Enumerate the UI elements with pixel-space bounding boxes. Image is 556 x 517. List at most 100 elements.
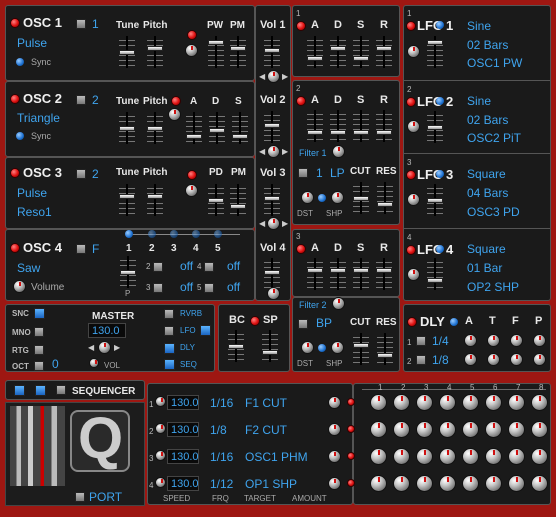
seq-row1-amount-knob[interactable] xyxy=(328,396,341,409)
dly-row1-toggle[interactable] xyxy=(416,336,426,346)
master-rvrb-toggle[interactable] xyxy=(164,309,174,319)
filter2-cut-fader[interactable] xyxy=(353,333,369,365)
env1-s-fader[interactable] xyxy=(353,36,369,68)
sp-led[interactable] xyxy=(250,316,260,326)
osc1-wave-button[interactable] xyxy=(76,19,86,29)
sp-fader[interactable] xyxy=(262,330,278,362)
osc1-mod-led[interactable] xyxy=(187,30,197,40)
master-vol-right-icon[interactable]: ▶ xyxy=(114,343,120,352)
osc3-mod-led[interactable] xyxy=(187,170,197,180)
dly-t-knob-2[interactable] xyxy=(487,353,500,366)
seq-row3-speed-knob[interactable] xyxy=(155,450,166,461)
seq-row2-speed-knob[interactable] xyxy=(155,423,166,434)
osc2-tune-fader[interactable] xyxy=(119,112,135,144)
osc4-off-toggle-5[interactable] xyxy=(204,283,214,293)
osc1-pitch-fader[interactable] xyxy=(147,36,163,68)
seq-knob[interactable] xyxy=(531,394,548,411)
vol1-fader[interactable] xyxy=(264,36,280,68)
osc4-step-led-5[interactable] xyxy=(214,230,222,238)
osc3-pm-fader[interactable] xyxy=(230,184,246,216)
dly-t-knob-1[interactable] xyxy=(487,334,500,347)
dly-f-knob-1[interactable] xyxy=(510,334,523,347)
seq-knob[interactable] xyxy=(508,448,525,465)
lfo3-num-led[interactable] xyxy=(436,170,444,178)
master-snc-toggle[interactable] xyxy=(34,308,45,319)
dly-led[interactable] xyxy=(407,317,417,327)
filter1-dst-led[interactable] xyxy=(318,194,326,202)
env1-r-fader[interactable] xyxy=(376,36,392,68)
env2-d-fader[interactable] xyxy=(330,110,346,142)
lfo2-fader[interactable] xyxy=(427,111,443,143)
seq-knob[interactable] xyxy=(485,448,502,465)
osc4-power-led[interactable] xyxy=(10,243,20,253)
seq-knob[interactable] xyxy=(462,448,479,465)
osc2-s-fader[interactable] xyxy=(232,112,248,144)
osc1-mod-knob[interactable] xyxy=(185,44,198,57)
filter2-res-fader[interactable] xyxy=(377,333,393,365)
lfo3-fader[interactable] xyxy=(427,184,443,216)
seq-knob[interactable] xyxy=(416,475,433,492)
osc1-sync-led[interactable] xyxy=(16,58,24,66)
osc3-mod-knob[interactable] xyxy=(185,184,198,197)
lfo3-amount-knob[interactable] xyxy=(407,193,420,206)
seq-knob[interactable] xyxy=(485,394,502,411)
osc2-wave-button[interactable] xyxy=(76,95,86,105)
env2-r-fader[interactable] xyxy=(376,110,392,142)
vol4-fader[interactable] xyxy=(264,258,280,290)
osc3-power-led[interactable] xyxy=(10,168,20,178)
seq-knob[interactable] xyxy=(508,475,525,492)
osc2-env-knob[interactable] xyxy=(168,108,181,121)
seq-knob[interactable] xyxy=(531,475,548,492)
seq-row4-amount-knob[interactable] xyxy=(328,477,341,490)
osc2-pitch-fader[interactable] xyxy=(147,112,163,144)
master-seq-toggle[interactable] xyxy=(164,359,175,370)
osc2-power-led[interactable] xyxy=(10,94,20,104)
bc-fader[interactable] xyxy=(228,330,244,362)
dly-f-knob-2[interactable] xyxy=(510,353,523,366)
osc4-off-toggle-4[interactable] xyxy=(204,262,214,272)
lfo2-num-led[interactable] xyxy=(436,97,444,105)
seq-toggle-3[interactable] xyxy=(56,385,66,395)
seq-knob[interactable] xyxy=(416,421,433,438)
seq-toggle-1[interactable] xyxy=(14,385,25,396)
vol3-pan-right-icon[interactable]: ▶ xyxy=(282,219,288,228)
lfo2-led[interactable] xyxy=(406,97,416,107)
osc4-step-led-1[interactable] xyxy=(125,230,133,238)
osc1-power-led[interactable] xyxy=(10,18,20,28)
dly-p-knob-1[interactable] xyxy=(533,334,546,347)
dly-row2-toggle[interactable] xyxy=(416,355,426,365)
vol3-fader[interactable] xyxy=(264,184,280,216)
env2-s-fader[interactable] xyxy=(353,110,369,142)
osc4-off-toggle-2[interactable] xyxy=(153,262,163,272)
master-rtg-toggle[interactable] xyxy=(34,345,44,355)
vol3-pan-knob[interactable] xyxy=(267,217,280,230)
seq-knob[interactable] xyxy=(439,421,456,438)
osc4-volume-knob[interactable] xyxy=(13,280,26,293)
env3-s-fader[interactable] xyxy=(353,258,369,290)
osc3-pitch-fader[interactable] xyxy=(147,184,163,216)
env3-d-fader[interactable] xyxy=(330,258,346,290)
filter1-dst-knob[interactable] xyxy=(301,191,314,204)
seq-row2-speed[interactable]: 130.0 xyxy=(167,422,199,437)
vol4-pan-knob[interactable] xyxy=(267,287,280,300)
dly-p-knob-2[interactable] xyxy=(533,353,546,366)
master-vol-knob[interactable] xyxy=(98,341,111,354)
dly-blue-led[interactable] xyxy=(450,318,458,326)
lfo1-num-led[interactable] xyxy=(436,21,444,29)
seq-knob[interactable] xyxy=(439,475,456,492)
seq-knob[interactable] xyxy=(508,421,525,438)
env2-led[interactable] xyxy=(296,96,306,106)
osc4-step-led-2[interactable] xyxy=(148,230,156,238)
seq-knob[interactable] xyxy=(416,448,433,465)
seq-row4-led[interactable] xyxy=(347,479,355,487)
seq-knob[interactable] xyxy=(439,448,456,465)
vol2-pan-left-icon[interactable]: ◀ xyxy=(259,147,265,156)
osc1-pm-fader[interactable] xyxy=(230,36,246,68)
filter1-res-fader[interactable] xyxy=(377,182,393,214)
filter1-toggle[interactable] xyxy=(298,168,308,178)
osc1-pw-fader[interactable] xyxy=(208,36,224,68)
seq-knob[interactable] xyxy=(485,421,502,438)
seq-knob[interactable] xyxy=(462,421,479,438)
env1-a-fader[interactable] xyxy=(307,36,323,68)
filter1-shp-knob[interactable] xyxy=(331,191,344,204)
